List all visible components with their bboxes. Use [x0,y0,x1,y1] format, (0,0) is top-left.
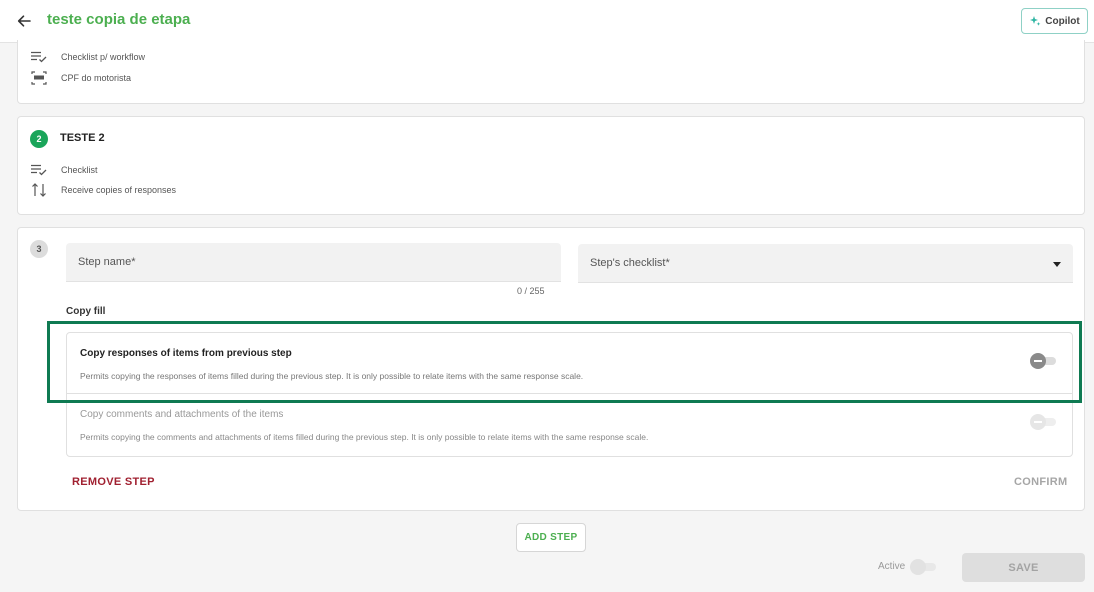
active-toggle[interactable] [908,559,938,575]
step-card-2[interactable]: 2 TESTE 2 Checklist Receive copies of re… [17,116,1085,215]
confirm-button[interactable]: CONFIRM [1014,476,1067,488]
step-item-checklist: Checklist [30,163,98,177]
option-description: Permits copying the responses of items f… [80,371,584,381]
step-title: TESTE 2 [60,132,105,144]
dropdown-arrow-icon [1053,262,1061,267]
step-name-input[interactable]: Step name* [66,243,561,282]
step-name-placeholder: Step name* [78,256,136,268]
copy-fill-title: Copy fill [66,306,106,317]
copy-comments-option: Copy comments and attachments of the ite… [67,394,1072,455]
copy-responses-option: Copy responses of items from previous st… [67,333,1072,394]
add-step-button[interactable]: ADD STEP [516,523,586,552]
remove-step-button[interactable]: REMOVE STEP [72,476,155,488]
active-label: Active [878,561,906,572]
page-title: teste copia de etapa [47,11,191,28]
arrow-left-icon [17,15,31,27]
step-item-label: Checklist p/ workflow [61,52,146,62]
sparkle-icon [1030,16,1041,26]
step-item-checklist: Checklist p/ workflow [30,50,145,64]
copilot-button[interactable]: Copilot [1021,8,1088,34]
option-title: Copy comments and attachments of the ite… [80,409,284,420]
option-description: Permits copying the comments and attachm… [80,432,649,442]
step-item-label: Checklist [61,165,98,175]
step-item-label: Receive copies of responses [61,185,177,195]
step-item-copies: Receive copies of responses [30,183,176,197]
copilot-label: Copilot [1045,15,1080,27]
checklist-icon [30,50,48,64]
step-card-1: Checklist p/ workflow CPF do motorista [17,40,1085,104]
toggle-off-icon [910,559,926,575]
back-button[interactable] [14,11,34,31]
top-bar: teste copia de etapa Copilot [0,0,1094,43]
copy-comments-toggle[interactable] [1030,414,1058,430]
step-checklist-placeholder: Step's checklist* [590,257,670,269]
toggle-off-icon [1030,414,1046,430]
checklist-icon [30,163,48,177]
copy-responses-toggle[interactable] [1030,353,1058,369]
step-number-badge: 2 [30,130,48,148]
scan-icon [30,71,48,85]
toggle-off-icon [1030,353,1046,369]
option-title: Copy responses of items from previous st… [80,348,292,359]
step-number-badge: 3 [30,240,48,258]
step-checklist-select[interactable]: Step's checklist* [578,244,1073,283]
swap-vertical-icon [30,183,48,197]
char-counter: 0 / 255 [517,286,545,296]
step-item-cpf: CPF do motorista [30,71,131,85]
save-button[interactable]: SAVE [962,553,1085,582]
copy-fill-options: Copy responses of items from previous st… [66,332,1073,457]
step-item-label: CPF do motorista [61,73,132,83]
step-card-3: 3 Step name* 0 / 255 Step's checklist* C… [17,227,1085,511]
